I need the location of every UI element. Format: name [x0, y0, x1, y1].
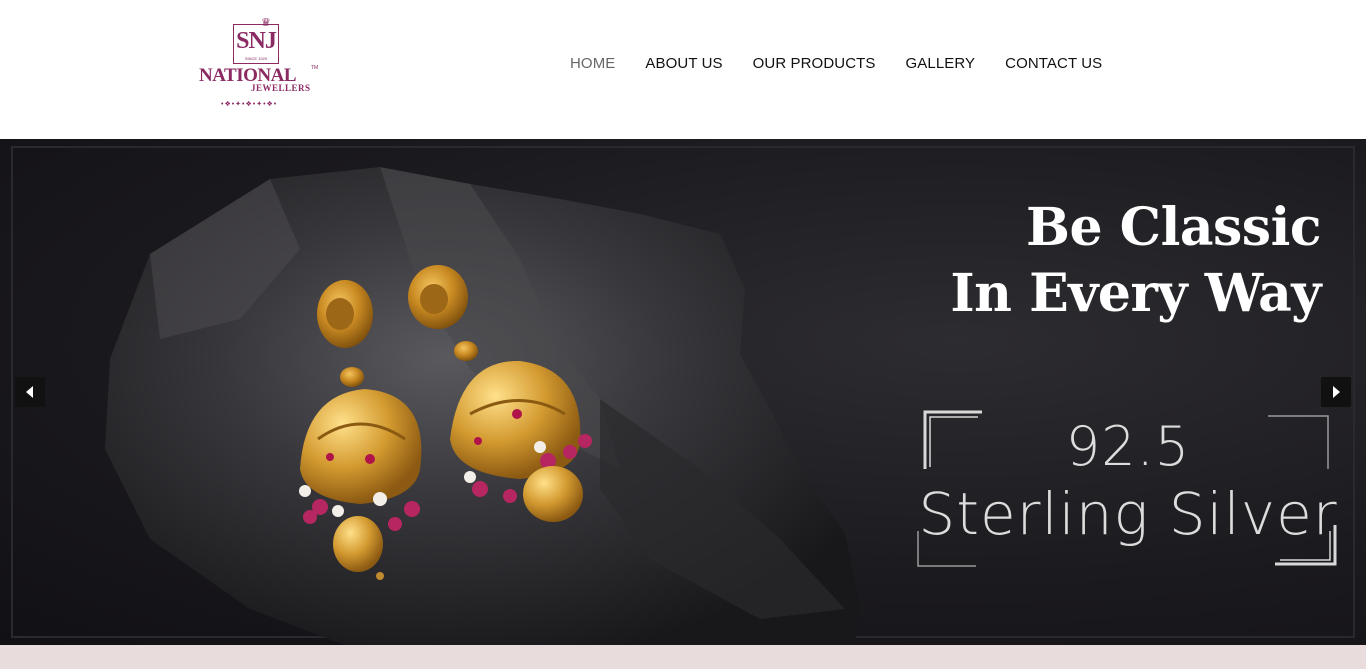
sterling-silver-badge: 92.5 Sterling Silver [918, 410, 1338, 568]
purity-value: 92.5 [1065, 415, 1191, 478]
brand-logo[interactable]: ♛ SNJ SINCE 1929 NATIONAL TM JEWELLERS •… [199, 14, 323, 114]
hero-slider: Be Classic In Every Way 92.5 Sterling Si… [0, 139, 1366, 645]
logo-since: SINCE 1929 [244, 56, 268, 61]
caret-left-icon [26, 386, 33, 398]
hero-headline: Be Classic In Every Way [950, 195, 1321, 327]
logo-monogram-box: SNJ SINCE 1929 [233, 24, 279, 64]
slider-next-button[interactable] [1321, 377, 1351, 407]
logo-ornament-icon: •❖•✦•❖•✦•❖• [221, 101, 278, 108]
slider-prev-button[interactable] [15, 377, 45, 407]
material-label: Sterling Silver [918, 480, 1338, 548]
nav-about-us[interactable]: ABOUT US [645, 55, 722, 72]
logo-trademark: TM [311, 65, 319, 71]
hero-headline-line-1: Be Classic [1026, 197, 1321, 258]
nav-gallery[interactable]: GALLERY [906, 55, 976, 72]
nav-home[interactable]: HOME [570, 55, 615, 72]
nav-contact-us[interactable]: CONTACT US [1005, 55, 1102, 72]
caret-right-icon [1333, 386, 1340, 398]
nav-our-products[interactable]: OUR PRODUCTS [753, 55, 876, 72]
main-nav: HOME ABOUT US OUR PRODUCTS GALLERY CONTA… [570, 55, 1102, 72]
logo-monogram: SNJ [236, 28, 277, 54]
site-header: ♛ SNJ SINCE 1929 NATIONAL TM JEWELLERS •… [0, 0, 1366, 139]
logo-brand-subtitle: JEWELLERS [251, 83, 311, 93]
hero-headline-line-2: In Every Way [950, 263, 1321, 324]
section-divider-strip [0, 645, 1366, 669]
